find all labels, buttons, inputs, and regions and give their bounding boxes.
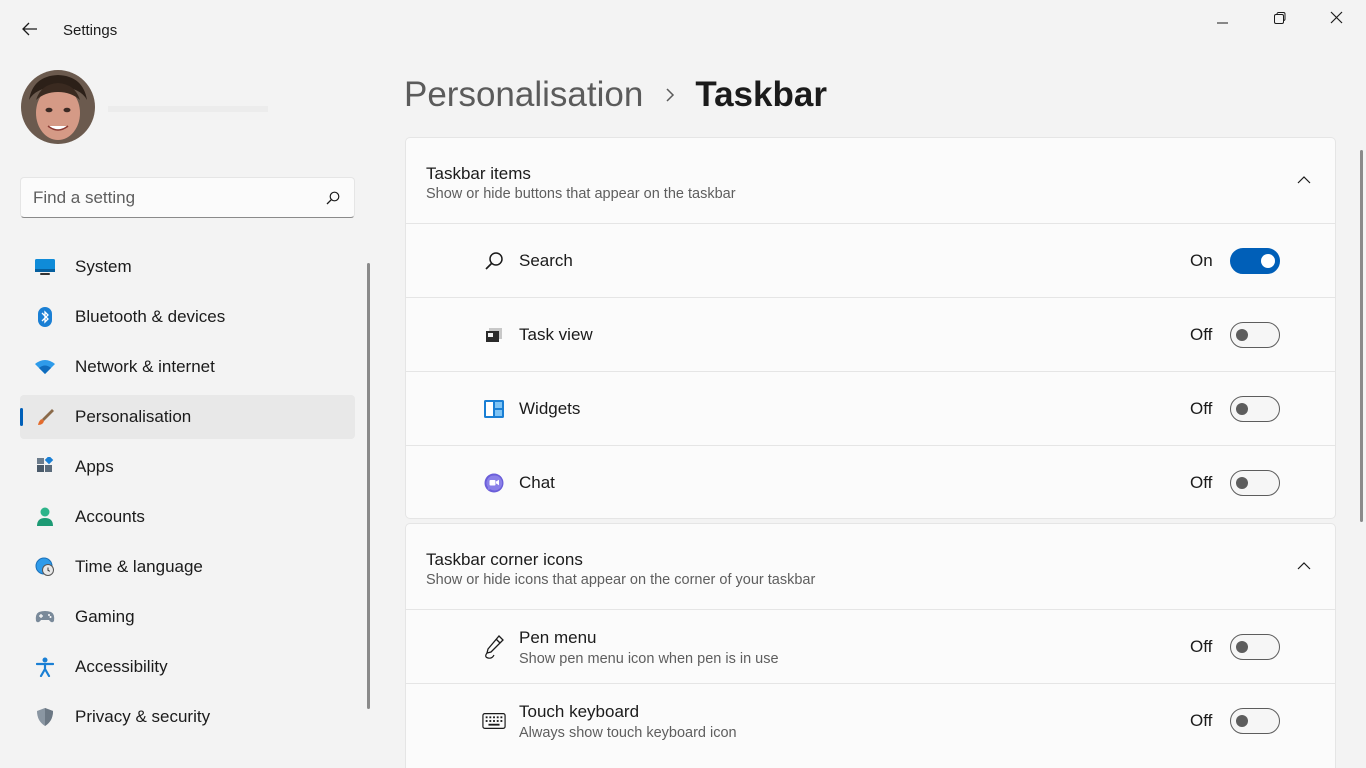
restore-icon: [1273, 11, 1286, 29]
sidebar-item-gaming[interactable]: Gaming: [20, 595, 355, 639]
app-title: Settings: [63, 22, 118, 39]
toggle-state: On: [1190, 251, 1213, 270]
pen-icon: [482, 635, 506, 659]
setting-label: Chat: [519, 473, 555, 492]
title-bar: Settings: [0, 0, 1366, 62]
setting-description: Show pen menu icon when pen is in use: [519, 651, 779, 667]
paintbrush-icon: [34, 407, 56, 427]
sidebar-item-time-language[interactable]: Time & language: [20, 545, 355, 589]
toggle-state: Off: [1190, 711, 1213, 730]
toggle-state: Off: [1190, 637, 1213, 656]
section-title: Taskbar items: [426, 164, 531, 183]
setting-label: Pen menu: [519, 628, 597, 647]
back-button[interactable]: [14, 16, 46, 46]
minimize-icon: [1216, 11, 1229, 29]
sidebar-item-label: Accessibility: [75, 657, 168, 676]
sidebar-item-label: Privacy & security: [75, 707, 211, 726]
setting-label: Task view: [519, 325, 593, 344]
chat-toggle[interactable]: [1230, 470, 1280, 496]
search-icon[interactable]: [321, 186, 345, 210]
sidebar-item-accounts[interactable]: Accounts: [20, 495, 355, 539]
chevron-up-icon[interactable]: [1295, 558, 1313, 574]
main-scrollbar[interactable]: [1360, 150, 1363, 522]
page-title: Taskbar: [695, 75, 827, 114]
section-subtitle: Show or hide buttons that appear on the …: [426, 186, 736, 202]
sidebar-item-label: Network & internet: [75, 357, 215, 376]
back-arrow-icon: [22, 22, 38, 41]
apps-icon: [34, 457, 56, 477]
system-icon: [34, 257, 56, 277]
section-title: Taskbar corner icons: [426, 550, 583, 569]
sidebar-item-privacy-security[interactable]: Privacy & security: [20, 695, 355, 739]
sidebar-item-label: Time & language: [75, 557, 203, 576]
restore-button[interactable]: [1251, 0, 1308, 40]
search-box[interactable]: [20, 177, 355, 218]
sidebar-item-apps[interactable]: Apps: [20, 445, 355, 489]
breadcrumb-parent[interactable]: Personalisation: [404, 75, 643, 115]
taskbar-items-card: Taskbar items Show or hide buttons that …: [405, 137, 1336, 519]
widgets-toggle[interactable]: [1230, 396, 1280, 422]
taskbar-corner-icons-header[interactable]: Taskbar corner icons Show or hide icons …: [406, 524, 1335, 610]
chat-icon: [482, 471, 506, 495]
bluetooth-icon: [34, 307, 56, 327]
sidebar-scrollbar[interactable]: [367, 263, 370, 709]
setting-label: Touch keyboard: [519, 702, 640, 721]
shield-icon: [34, 707, 56, 727]
setting-description: Always show touch keyboard icon: [519, 725, 737, 741]
task-view-icon: [482, 323, 506, 347]
keyboard-icon: [482, 709, 506, 733]
search-toggle[interactable]: [1230, 248, 1280, 274]
avatar[interactable]: [21, 70, 95, 144]
section-subtitle: Show or hide icons that appear on the co…: [426, 572, 816, 588]
sidebar-item-label: Accounts: [75, 507, 145, 526]
sidebar-item-label: Personalisation: [75, 407, 192, 426]
widgets-icon: [482, 397, 506, 421]
sidebar-nav: System Bluetooth & devices Network & int…: [20, 245, 355, 745]
task-view-toggle[interactable]: [1230, 322, 1280, 348]
chevron-up-icon[interactable]: [1295, 172, 1313, 188]
sidebar-item-label: Apps: [75, 457, 114, 476]
pen-menu-toggle[interactable]: [1230, 634, 1280, 660]
globe-clock-icon: [34, 557, 56, 577]
sidebar-item-accessibility[interactable]: Accessibility: [20, 645, 355, 689]
setting-row-task-view: Task view Off: [406, 298, 1335, 372]
accounts-icon: [34, 507, 56, 527]
setting-row-pen-menu: Pen menu Show pen menu icon when pen is …: [406, 610, 1335, 684]
setting-row-widgets: Widgets Off: [406, 372, 1335, 446]
search-input[interactable]: [33, 186, 313, 210]
search-icon: [482, 249, 506, 273]
close-button[interactable]: [1308, 0, 1365, 40]
sidebar-item-bluetooth[interactable]: Bluetooth & devices: [20, 295, 355, 339]
setting-label: Widgets: [519, 399, 581, 418]
setting-label: Search: [519, 251, 573, 270]
setting-row-search: Search On: [406, 224, 1335, 298]
touch-keyboard-toggle[interactable]: [1230, 708, 1280, 734]
breadcrumb: Personalisation Taskbar: [404, 72, 827, 118]
toggle-state: Off: [1190, 399, 1213, 418]
toggle-state: Off: [1190, 473, 1213, 492]
toggle-state: Off: [1190, 325, 1213, 344]
sidebar-item-network[interactable]: Network & internet: [20, 345, 355, 389]
gamepad-icon: [34, 607, 56, 627]
wifi-icon: [34, 357, 56, 377]
taskbar-items-header[interactable]: Taskbar items Show or hide buttons that …: [406, 138, 1335, 224]
sidebar-item-personalisation[interactable]: Personalisation: [20, 395, 355, 439]
sidebar-item-system[interactable]: System: [20, 245, 355, 289]
minimize-button[interactable]: [1194, 0, 1251, 40]
accessibility-icon: [34, 657, 56, 677]
sidebar-item-label: System: [75, 257, 132, 276]
setting-row-touch-keyboard: Touch keyboard Always show touch keyboar…: [406, 684, 1335, 758]
taskbar-corner-icons-card: Taskbar corner icons Show or hide icons …: [405, 523, 1336, 768]
sidebar-item-label: Bluetooth & devices: [75, 307, 226, 326]
chevron-right-icon: [665, 87, 675, 103]
close-icon: [1330, 11, 1343, 29]
account-name-redacted: [108, 96, 278, 122]
setting-row-chat: Chat Off: [406, 446, 1335, 518]
sidebar-item-label: Gaming: [75, 607, 135, 626]
